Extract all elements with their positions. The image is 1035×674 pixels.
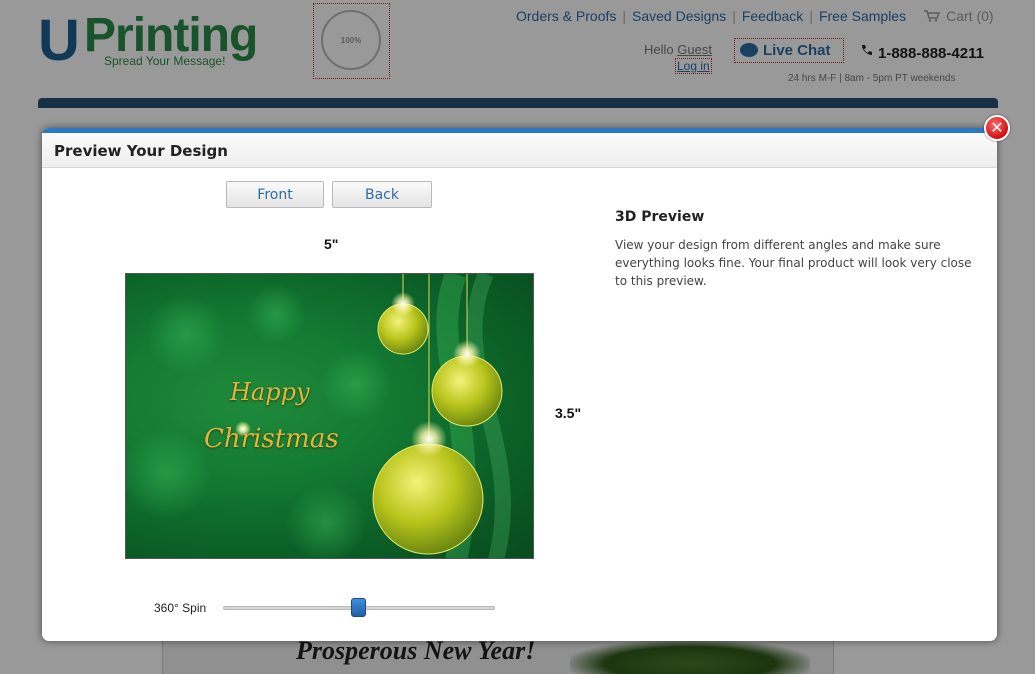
- modal-header: Preview Your Design: [42, 133, 997, 168]
- card-preview-image: Happy Christmas: [125, 273, 534, 559]
- preview-modal: Preview Your Design Front Back 5" 3.5" H…: [42, 128, 997, 641]
- modal-title: Preview Your Design: [54, 142, 228, 160]
- close-button[interactable]: ✕: [984, 115, 1010, 141]
- spin-label: 360° Spin: [154, 601, 207, 615]
- width-dimension: 5": [324, 236, 339, 252]
- close-icon: ✕: [990, 118, 1004, 137]
- preview-description: View your design from different angles a…: [615, 238, 972, 288]
- height-dimension: 3.5": [555, 405, 582, 421]
- preview-heading: 3D Preview: [615, 209, 705, 225]
- back-button[interactable]: Back: [332, 181, 432, 208]
- spin-slider-handle[interactable]: [351, 598, 366, 617]
- card-happy-text: Happy: [230, 378, 310, 406]
- front-button[interactable]: Front: [226, 181, 324, 208]
- ornament-artwork: [126, 274, 511, 558]
- card-christmas-text: Christmas: [204, 424, 339, 454]
